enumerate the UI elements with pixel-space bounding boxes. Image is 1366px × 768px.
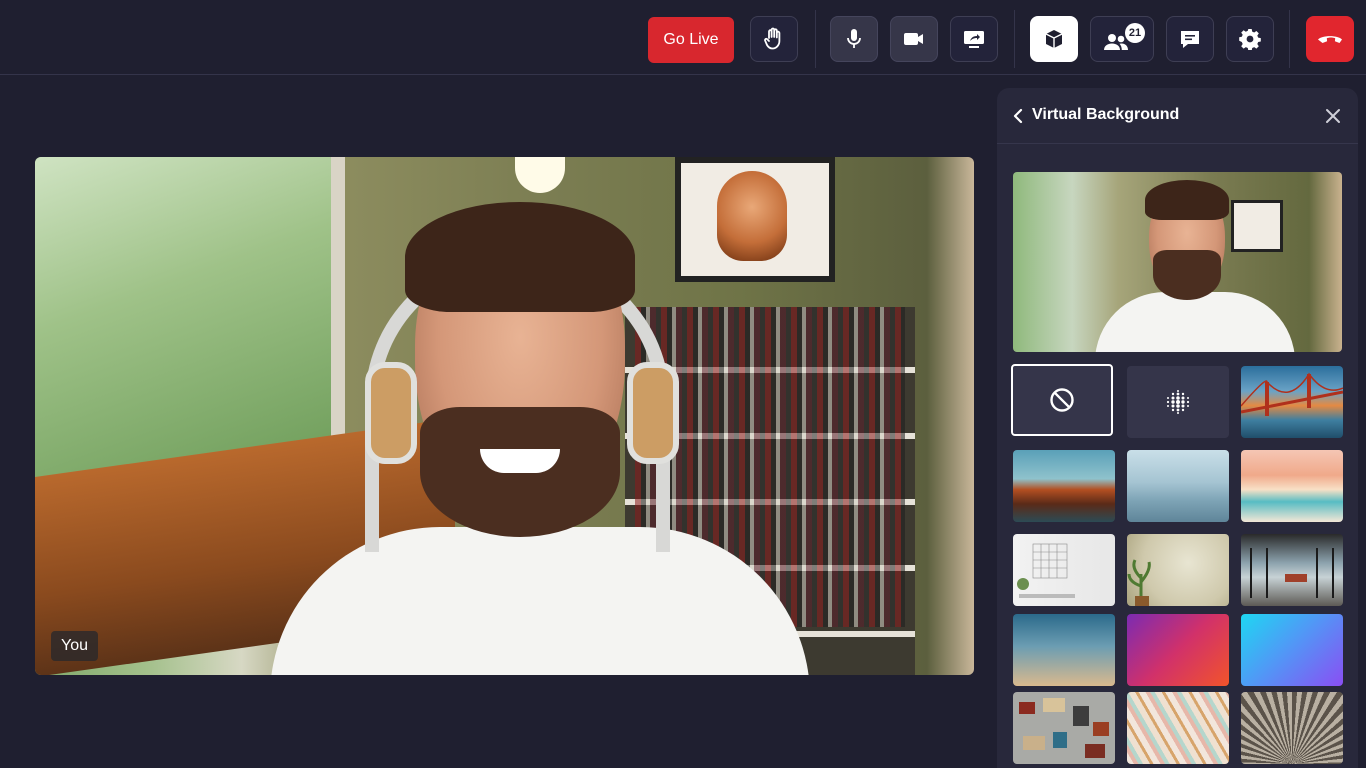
person-smile xyxy=(480,449,560,473)
settings-button[interactable] xyxy=(1226,16,1274,62)
scene-window-frame xyxy=(35,157,345,487)
person-hair xyxy=(405,202,635,312)
leave-call-button[interactable] xyxy=(1306,16,1354,62)
toolbar-divider xyxy=(1014,10,1015,68)
phone-hangup-icon xyxy=(1316,32,1344,46)
background-preview xyxy=(1013,172,1342,352)
headphone-cup-right xyxy=(627,362,679,464)
background-golden-gate[interactable] xyxy=(1241,366,1343,438)
scene-wall-poster xyxy=(675,157,835,282)
background-misty-mountains[interactable] xyxy=(1127,450,1229,522)
self-video-feed: You xyxy=(35,157,974,675)
virtual-background-button[interactable] xyxy=(1030,16,1078,62)
background-option-blur[interactable] xyxy=(1127,366,1229,438)
go-live-button[interactable]: Go Live xyxy=(648,17,734,63)
hand-icon xyxy=(763,27,785,51)
top-toolbar: Go Live 21 xyxy=(0,0,1366,75)
cube-icon xyxy=(1043,28,1065,50)
chat-button[interactable] xyxy=(1166,16,1214,62)
background-poster-wall[interactable] xyxy=(1013,692,1115,764)
virtual-background-panel: Virtual Background xyxy=(997,88,1358,768)
no-background-icon xyxy=(1049,387,1075,413)
gear-icon xyxy=(1239,28,1261,50)
background-office-glass[interactable] xyxy=(1241,534,1343,606)
background-option-none[interactable] xyxy=(1011,364,1113,436)
raise-hand-button[interactable] xyxy=(750,16,798,62)
background-mountain-sunrise[interactable] xyxy=(1013,450,1115,522)
background-pastel-paint[interactable] xyxy=(1127,692,1229,764)
microphone-icon xyxy=(845,27,863,51)
microphone-button[interactable] xyxy=(830,16,878,62)
camera-button[interactable] xyxy=(890,16,938,62)
video-camera-icon xyxy=(902,30,926,48)
panel-title: Virtual Background xyxy=(1032,106,1180,123)
background-white-room[interactable] xyxy=(1013,534,1115,606)
blur-icon xyxy=(1164,388,1192,416)
background-circular-ceiling[interactable] xyxy=(1241,692,1343,764)
screen-share-icon xyxy=(962,28,986,50)
panel-header: Virtual Background xyxy=(997,88,1358,144)
self-name-label: You xyxy=(51,631,98,661)
background-cyan-purple-gradient[interactable] xyxy=(1241,614,1343,686)
chevron-left-icon[interactable] xyxy=(1011,107,1027,125)
participants-count-badge: 21 xyxy=(1125,23,1145,43)
background-beach-sunset[interactable] xyxy=(1241,450,1343,522)
participants-button[interactable]: 21 xyxy=(1090,16,1154,62)
chat-icon xyxy=(1179,29,1201,49)
toolbar-divider xyxy=(815,10,816,68)
background-beige-wall-plant[interactable] xyxy=(1127,534,1229,606)
background-pink-orange-gradient[interactable] xyxy=(1127,614,1229,686)
headphone-cup-left xyxy=(365,362,417,464)
screen-share-button[interactable] xyxy=(950,16,998,62)
background-teal-dusk-gradient[interactable] xyxy=(1013,614,1115,686)
toolbar-divider xyxy=(1289,10,1290,68)
scene-ceiling-lamp xyxy=(515,157,565,193)
close-icon[interactable] xyxy=(1323,106,1343,126)
